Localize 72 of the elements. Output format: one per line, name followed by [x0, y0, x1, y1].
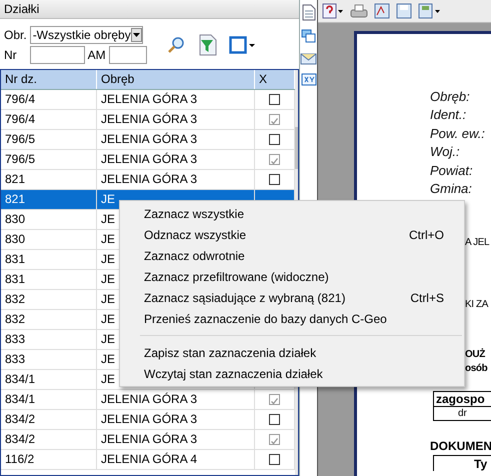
column-header[interactable]: Nr dz. — [1, 70, 97, 89]
table-cell: JELENIA GÓRA 3 — [97, 430, 255, 450]
document-text: KI ZA — [465, 298, 488, 312]
document-text: osób — [465, 362, 488, 376]
table-cell: 834/2 — [1, 410, 97, 430]
table-cell: dr — [433, 406, 491, 422]
table-cell: 833 — [1, 350, 97, 370]
selection-box-icon[interactable] — [228, 36, 255, 54]
checkbox[interactable] — [269, 154, 280, 165]
checkbox[interactable] — [269, 94, 280, 105]
search-icon[interactable] — [166, 36, 185, 54]
table-cell: JELENIA GÓRA 4 — [97, 450, 255, 470]
table-cell: 796/5 — [1, 130, 97, 150]
document-heading: DOKUMEN — [430, 439, 491, 454]
table-cell: 832 — [1, 310, 97, 330]
field-label: Powiat: — [430, 162, 474, 180]
checkbox[interactable] — [269, 134, 280, 145]
table-cell: 116/2 — [1, 450, 97, 470]
table-cell: 834/1 — [1, 390, 97, 410]
table-cell: 830 — [1, 230, 97, 250]
filter-label: Nr — [4, 48, 17, 62]
shortcut-label: Ctrl+O — [408, 228, 444, 242]
save-pdf-icon[interactable] — [374, 3, 390, 19]
field-label: Obręb: — [430, 88, 471, 106]
table-cell: 834/1 — [1, 370, 97, 390]
coordinates-icon[interactable] — [300, 73, 316, 86]
table-cell: JELENIA GÓRA 3 — [97, 390, 255, 410]
help-icon[interactable] — [322, 3, 344, 19]
shortcut-label: Ctrl+S — [410, 290, 444, 304]
field-label: Pow. ew.: — [430, 124, 485, 143]
column-header[interactable]: Obręb — [97, 70, 255, 89]
table-cell: 796/5 — [1, 150, 97, 170]
checkbox[interactable] — [269, 414, 280, 425]
printer-icon[interactable] — [350, 3, 368, 19]
document-text: zagospo — [433, 391, 491, 406]
checkbox[interactable] — [269, 434, 280, 445]
panel-title: Działki — [0, 0, 299, 19]
checkbox[interactable] — [269, 174, 280, 185]
map-sheet-field[interactable] — [108, 46, 147, 64]
table-cell: 833 — [1, 330, 97, 350]
table-cell: 830 — [1, 210, 97, 230]
table-cell: 796/4 — [1, 90, 97, 110]
document-text: A JEL — [465, 236, 490, 250]
table-cell: JELENIA GÓRA 3 — [97, 410, 255, 430]
table-cell: JELENIA GÓRA 3 — [97, 90, 255, 110]
table-cell: 796/4 — [1, 110, 97, 130]
number-field[interactable] — [30, 46, 85, 64]
checkbox[interactable] — [269, 454, 280, 465]
field-label: Woj.: — [430, 143, 461, 162]
precinct-dropdown[interactable]: -Wszystkie obręby — [30, 26, 143, 44]
field-label: Ident.: — [430, 106, 468, 124]
filter-label: AM — [88, 48, 106, 62]
field-label: Gmina: — [430, 180, 473, 198]
checkbox[interactable] — [269, 394, 280, 405]
table-cell: 821 — [1, 190, 97, 210]
table-cell: 834/2 — [1, 430, 97, 450]
windows-icon[interactable] — [301, 29, 316, 43]
checkbox[interactable] — [269, 114, 280, 125]
filter-icon[interactable] — [196, 34, 217, 56]
envelope-icon[interactable] — [300, 51, 317, 65]
save-icon[interactable] — [396, 3, 412, 19]
filter-label: Obr. — [4, 28, 27, 42]
export-icon[interactable] — [418, 3, 442, 19]
table-header: Ty — [433, 455, 491, 472]
table-cell: 832 — [1, 290, 97, 310]
document-icon[interactable] — [302, 4, 316, 21]
table-cell: 831 — [1, 270, 97, 290]
table-cell: JELENIA GÓRA 3 — [97, 130, 255, 150]
table-cell: JELENIA GÓRA 3 — [97, 150, 255, 170]
document-text: OUŻ — [465, 348, 485, 362]
table-cell: 831 — [1, 250, 97, 270]
table-cell: JELENIA GÓRA 3 — [97, 110, 255, 130]
